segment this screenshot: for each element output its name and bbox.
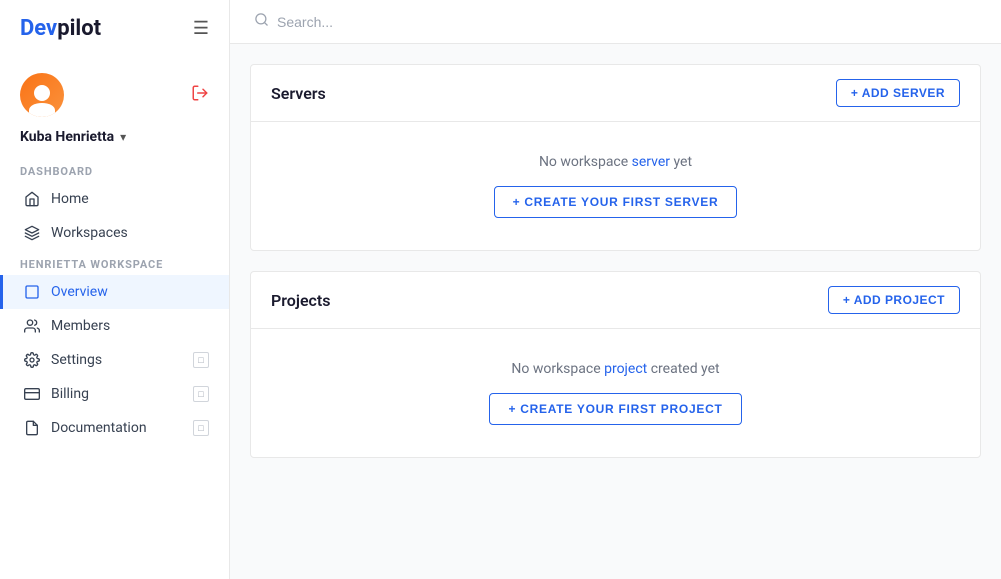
servers-empty-highlight: server xyxy=(632,154,670,170)
projects-panel-header: Projects + ADD PROJECT xyxy=(251,272,980,329)
servers-title: Servers xyxy=(271,84,326,103)
sidebar-item-settings[interactable]: Settings □ xyxy=(0,343,229,377)
search-icon xyxy=(254,12,269,31)
members-icon xyxy=(23,317,41,335)
projects-empty-highlight: project xyxy=(604,361,647,377)
user-name: Kuba Henrietta xyxy=(20,129,114,145)
sidebar-item-overview-label: Overview xyxy=(51,284,108,300)
sidebar: Devpilot ☰ Kuba Henrietta ▾ DASHBOARD Ho… xyxy=(0,0,230,579)
sidebar-item-members-label: Members xyxy=(51,318,110,334)
hamburger-menu-icon[interactable]: ☰ xyxy=(193,18,209,39)
sidebar-item-billing-label: Billing xyxy=(51,386,89,402)
add-project-button[interactable]: + ADD PROJECT xyxy=(828,286,960,314)
projects-panel-body: No workspace project created yet + CREAT… xyxy=(251,329,980,457)
create-first-server-button[interactable]: + CREATE YOUR FIRST SERVER xyxy=(494,186,738,218)
settings-badge: □ xyxy=(193,352,209,368)
sidebar-item-settings-label: Settings xyxy=(51,352,102,368)
settings-icon xyxy=(23,351,41,369)
billing-icon xyxy=(23,385,41,403)
add-server-button[interactable]: + ADD SERVER xyxy=(836,79,960,107)
sidebar-item-home-label: Home xyxy=(51,191,89,207)
layers-icon xyxy=(23,224,41,242)
sidebar-item-documentation[interactable]: Documentation □ xyxy=(0,411,229,445)
sidebar-header: Devpilot ☰ xyxy=(0,0,229,57)
projects-panel: Projects + ADD PROJECT No workspace proj… xyxy=(250,271,981,458)
dashboard-section-label: DASHBOARD xyxy=(0,157,229,182)
overview-icon xyxy=(23,283,41,301)
sidebar-item-documentation-label: Documentation xyxy=(51,420,147,436)
documentation-icon xyxy=(23,419,41,437)
sidebar-item-billing[interactable]: Billing □ xyxy=(0,377,229,411)
billing-badge: □ xyxy=(193,386,209,402)
projects-empty-text: No workspace project created yet xyxy=(511,361,719,377)
logout-icon[interactable] xyxy=(191,84,209,107)
logo: Devpilot xyxy=(20,16,101,41)
logo-dev: Dev xyxy=(20,16,57,41)
projects-title: Projects xyxy=(271,291,331,310)
sidebar-item-home[interactable]: Home xyxy=(0,182,229,216)
servers-panel-body: No workspace server yet + CREATE YOUR FI… xyxy=(251,122,980,250)
search-input[interactable] xyxy=(277,14,577,30)
servers-panel: Servers + ADD SERVER No workspace server… xyxy=(250,64,981,251)
workspace-section-label: HENRIETTA WORKSPACE xyxy=(0,250,229,275)
user-name-row: Kuba Henrietta ▾ xyxy=(0,129,229,157)
home-icon xyxy=(23,190,41,208)
servers-empty-text: No workspace server yet xyxy=(539,154,692,170)
sidebar-item-workspaces-label: Workspaces xyxy=(51,225,128,241)
user-avatar-section xyxy=(0,61,229,129)
documentation-badge: □ xyxy=(193,420,209,436)
create-first-project-button[interactable]: + CREATE YOUR FIRST PROJECT xyxy=(489,393,741,425)
logo-pilot: pilot xyxy=(57,16,101,41)
sidebar-item-members[interactable]: Members xyxy=(0,309,229,343)
servers-panel-header: Servers + ADD SERVER xyxy=(251,65,980,122)
avatar xyxy=(20,73,64,117)
content-area: Servers + ADD SERVER No workspace server… xyxy=(230,44,1001,579)
sidebar-item-overview[interactable]: Overview xyxy=(0,275,229,309)
sidebar-item-workspaces[interactable]: Workspaces xyxy=(0,216,229,250)
user-dropdown-chevron[interactable]: ▾ xyxy=(120,130,126,144)
topbar xyxy=(230,0,1001,44)
main-content: Servers + ADD SERVER No workspace server… xyxy=(230,0,1001,579)
avatar-person xyxy=(20,73,64,117)
